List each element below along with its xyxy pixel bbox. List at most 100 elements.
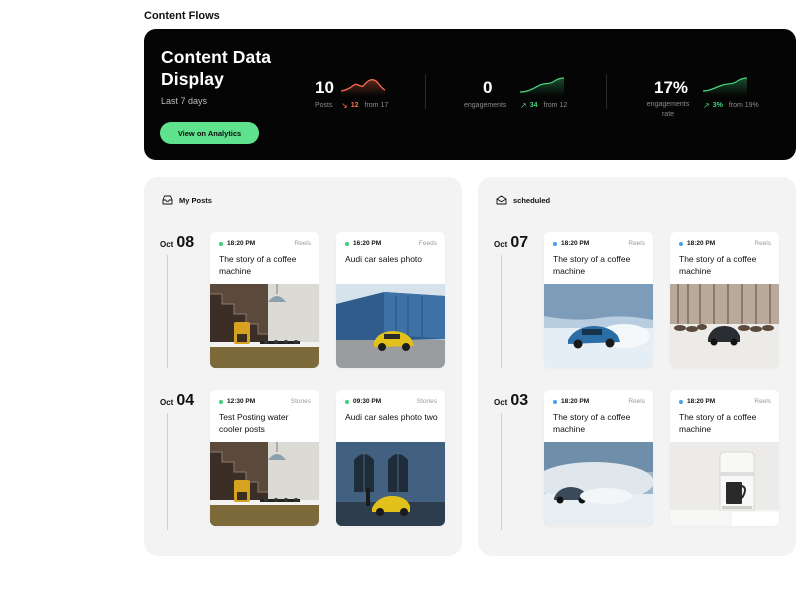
trend-delta: 34 <box>529 102 538 109</box>
arrow-up-icon: ↗ <box>703 101 710 110</box>
stat-trend: ↗ 34 from 12 <box>520 101 567 110</box>
card-type: Stories <box>416 398 437 405</box>
timeline-line <box>501 255 502 368</box>
car-with-reindeer-image <box>670 284 779 368</box>
card-title: Test Posting water cooler posts <box>219 412 289 434</box>
date-day: 04 <box>176 392 195 409</box>
mail-open-icon <box>496 195 507 205</box>
divider <box>425 74 426 109</box>
card-meta: 18:20 PM Reels <box>219 240 311 247</box>
trend-from: from 12 <box>543 102 568 109</box>
post-card[interactable]: 12:30 PM Stories Test Posting water cool… <box>210 390 319 526</box>
post-card[interactable]: 18:20 PM Reels The story of a coffee mac… <box>670 390 779 526</box>
card-type: Reels <box>754 240 771 247</box>
kitchen-coffee-machine-image <box>210 442 319 526</box>
card-title: Audi car sales photo <box>345 254 423 264</box>
card-meta: 18:20 PM Reels <box>553 398 645 405</box>
date-label: Oct 07 <box>494 234 528 252</box>
stat-value: 10 <box>315 78 334 97</box>
card-time: 18:20 PM <box>687 398 716 405</box>
card-meta: 12:30 PM Stories <box>219 398 311 405</box>
date-day: 03 <box>510 392 529 409</box>
yellow-car-building-image <box>336 284 445 368</box>
scheduled-panel: scheduled Oct 07 18:20 PM Reels The stor… <box>478 177 796 556</box>
date-month: Oct <box>160 398 174 407</box>
card-time: 18:20 PM <box>687 240 716 247</box>
stat-trend: ↗ 3% from 19% <box>703 101 759 110</box>
card-time: 18:20 PM <box>227 240 256 247</box>
card-time: 18:20 PM <box>561 398 590 405</box>
date-label: Oct 08 <box>160 234 194 252</box>
status-dot <box>219 241 223 246</box>
page-title: Content Flows <box>144 10 220 22</box>
status-dot <box>219 399 223 404</box>
panel-header: scheduled <box>496 195 550 205</box>
arrow-up-icon: ↗ <box>520 101 527 110</box>
status-dot <box>553 399 557 404</box>
card-title: The story of a coffee machine <box>219 254 297 276</box>
panel-title: My Posts <box>179 195 212 205</box>
card-title: The story of a coffee machine <box>553 254 631 276</box>
post-card[interactable]: 18:20 PM Reels The story of a coffee mac… <box>544 232 653 368</box>
banner-period: Last 7 days <box>161 96 208 106</box>
divider <box>606 74 607 109</box>
stat-value: 0 <box>483 78 493 97</box>
timeline-line <box>167 413 168 530</box>
trend-delta: 3% <box>712 102 723 109</box>
card-title: The story of a coffee machine <box>553 412 631 434</box>
card-meta: 18:20 PM Reels <box>679 240 771 247</box>
status-dot <box>553 241 557 246</box>
sparkline-up-chart <box>703 77 747 96</box>
kitchen-coffee-machine-image <box>210 284 319 368</box>
card-meta: 09:30 PM Stories <box>345 398 437 405</box>
card-title: The story of a coffee machine <box>679 254 757 276</box>
post-card[interactable]: 09:30 PM Stories Audi car sales photo tw… <box>336 390 445 526</box>
sparkline-up-chart <box>520 77 564 96</box>
card-time: 16:20 PM <box>353 240 382 247</box>
trend-from: from 19% <box>728 102 759 109</box>
card-time: 18:20 PM <box>561 240 590 247</box>
stat-value: 17% <box>654 78 689 97</box>
status-dot <box>679 399 683 404</box>
date-month: Oct <box>494 240 508 249</box>
timeline-line <box>501 413 502 530</box>
my-posts-panel: My Posts Oct 08 18:20 PM Reels The story… <box>144 177 462 556</box>
card-title: The story of a coffee machine <box>679 412 757 434</box>
view-analytics-button[interactable]: View on Analytics <box>160 122 259 144</box>
post-card[interactable]: 18:20 PM Reels The story of a coffee mac… <box>210 232 319 368</box>
stat-label: engagements rate <box>646 101 690 118</box>
timeline-line <box>167 255 168 368</box>
car-snow-spray-image <box>544 442 653 526</box>
stat-trend: ↘ 12 from 17 <box>341 101 388 110</box>
date-month: Oct <box>160 240 174 249</box>
blue-car-snow-drift-image <box>544 284 653 368</box>
card-type: Reels <box>628 398 645 405</box>
date-label: Oct 03 <box>494 392 528 410</box>
status-dot <box>345 399 349 404</box>
post-card[interactable]: 18:20 PM Reels The story of a coffee mac… <box>544 390 653 526</box>
white-coffee-machine-image <box>670 442 779 526</box>
card-time: 09:30 PM <box>353 398 382 405</box>
post-card[interactable]: 18:20 PM Reels The story of a coffee mac… <box>670 232 779 368</box>
card-type: Feeds <box>418 240 437 247</box>
card-meta: 18:20 PM Reels <box>553 240 645 247</box>
date-month: Oct <box>494 398 508 407</box>
sparkline-down-chart <box>341 79 385 96</box>
inbox-icon <box>162 195 173 205</box>
panel-header: My Posts <box>162 195 212 205</box>
card-type: Reels <box>754 398 771 405</box>
yellow-car-brick-wall-image <box>336 442 445 526</box>
card-title: Audi car sales photo two <box>345 412 438 422</box>
card-meta: 18:20 PM Reels <box>679 398 771 405</box>
card-meta: 16:20 PM Feeds <box>345 240 437 247</box>
card-type: Reels <box>294 240 311 247</box>
status-dot <box>679 241 683 246</box>
banner-title: Content Data Display <box>161 47 272 89</box>
status-dot <box>345 241 349 246</box>
date-label: Oct 04 <box>160 392 194 410</box>
card-time: 12:30 PM <box>227 398 256 405</box>
post-card[interactable]: 16:20 PM Feeds Audi car sales photo <box>336 232 445 368</box>
card-type: Reels <box>628 240 645 247</box>
trend-from: from 17 <box>364 102 389 109</box>
arrow-down-icon: ↘ <box>341 101 348 110</box>
